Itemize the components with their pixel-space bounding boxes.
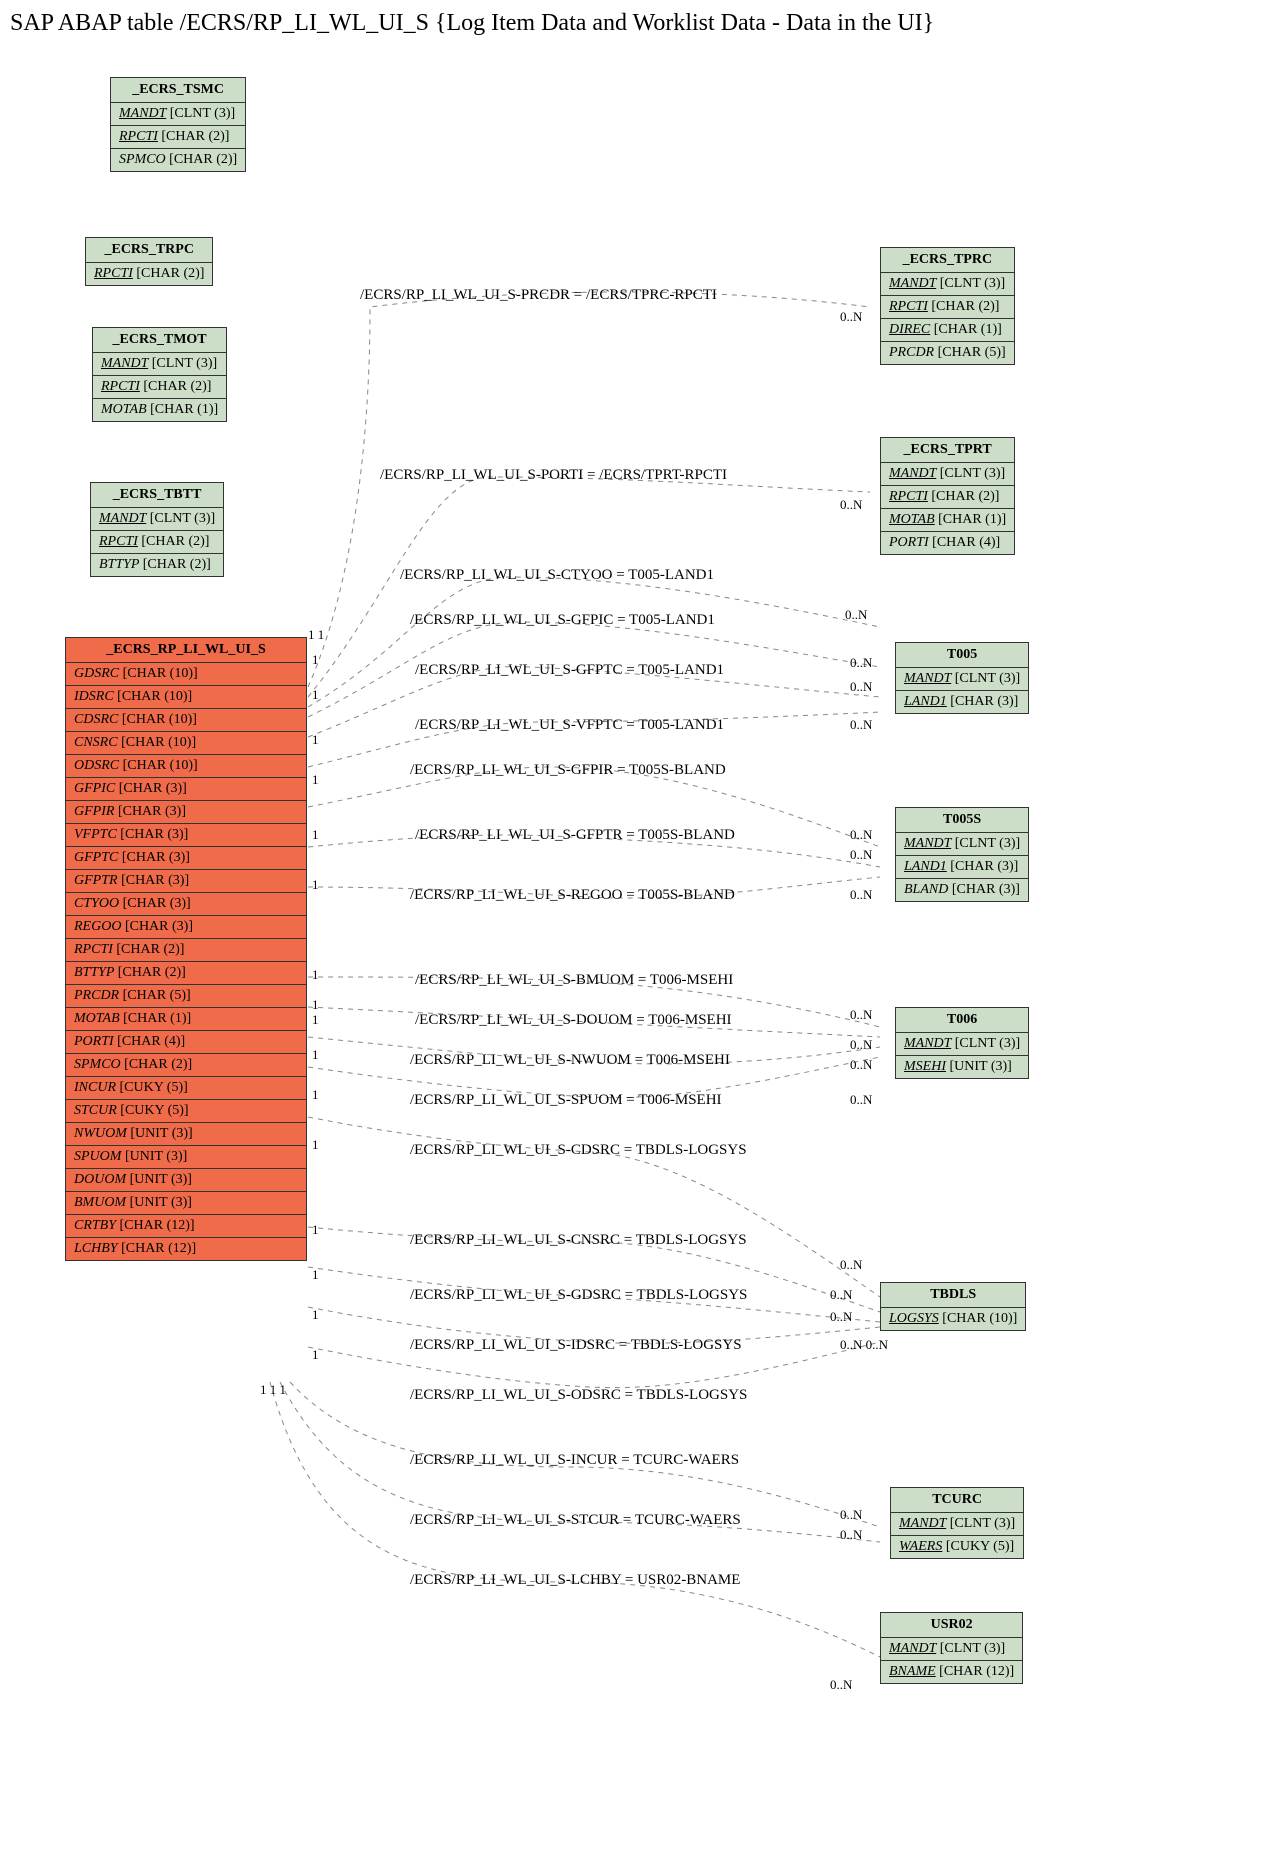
rel-label: /ECRS/RP_LI_WL_UI_S-PORTI = /ECRS/TPRT-R…	[380, 467, 727, 484]
rel-label: /ECRS/RP_LI_WL_UI_S-BMUOM = T006-MSEHI	[415, 972, 733, 989]
rel-label: /ECRS/RP_LI_WL_UI_S-ODSRC = TBDLS-LOGSYS	[410, 1387, 747, 1404]
rel-label: /ECRS/RP_LI_WL_UI_S-GFPTC = T005-LAND1	[415, 662, 724, 679]
er-diagram: _ECRS_TSMC MANDT [CLNT (3)] RPCTI [CHAR …	[10, 47, 1260, 1847]
entity-header: _ECRS_TMOT	[93, 328, 226, 353]
card-ones: 1 1 1	[260, 1382, 286, 1398]
entity-header: _ECRS_TSMC	[111, 78, 245, 103]
card-zero-n: 0..N	[845, 607, 867, 623]
card-one: 1	[312, 1307, 319, 1323]
card-one-one: 1 1	[308, 627, 324, 643]
field-row: GDSRC [CHAR (10)]	[66, 663, 306, 686]
rel-label: /ECRS/RP_LI_WL_UI_S-GFPIC = T005-LAND1	[410, 612, 715, 629]
entity-header: _ECRS_TRPC	[86, 238, 212, 263]
rel-label: /ECRS/RP_LI_WL_UI_S-GDSRC = TBDLS-LOGSYS	[410, 1287, 747, 1304]
entity-ecrs-tbtt: _ECRS_TBTT MANDT [CLNT (3)] RPCTI [CHAR …	[90, 482, 224, 577]
card-one: 1	[312, 967, 319, 983]
entity-usr02: USR02 MANDT [CLNT (3)] BNAME [CHAR (12)]	[880, 1612, 1023, 1684]
card-zero-n: 0..N	[850, 847, 872, 863]
card-zero-n: 0..N	[850, 1092, 872, 1108]
entity-header: TCURC	[891, 1488, 1023, 1513]
card-zero-n: 0..N	[840, 1257, 862, 1273]
rel-label: /ECRS/RP_LI_WL_UI_S-GFPTR = T005S-BLAND	[415, 827, 735, 844]
entity-t005: T005 MANDT [CLNT (3)] LAND1 [CHAR (3)]	[895, 642, 1029, 714]
card-zero-n: 0..N	[850, 1057, 872, 1073]
card-zero-n: 0..N	[840, 1507, 862, 1523]
card-one: 1	[312, 1137, 319, 1153]
card-one: 1	[312, 1047, 319, 1063]
rel-label: /ECRS/RP_LI_WL_UI_S-CDSRC = TBDLS-LOGSYS	[410, 1142, 747, 1159]
card-zero-n: 0..N	[850, 717, 872, 733]
card-zero-n: 0..N	[840, 497, 862, 513]
card-zero-n: 0..N	[850, 1007, 872, 1023]
entity-header: _ECRS_TPRT	[881, 438, 1014, 463]
rel-label: /ECRS/RP_LI_WL_UI_S-INCUR = TCURC-WAERS	[410, 1452, 739, 1469]
rel-label: /ECRS/RP_LI_WL_UI_S-GFPIR = T005S-BLAND	[410, 762, 726, 779]
card-zero-n: 0..N	[830, 1677, 852, 1693]
entity-t006: T006 MANDT [CLNT (3)] MSEHI [UNIT (3)]	[895, 1007, 1029, 1079]
rel-label: /ECRS/RP_LI_WL_UI_S-REGOO = T005S-BLAND	[410, 887, 735, 904]
rel-label: /ECRS/RP_LI_WL_UI_S-LCHBY = USR02-BNAME	[410, 1572, 740, 1589]
card-one: 1	[312, 1012, 319, 1028]
card-zero-n: 0..N	[850, 679, 872, 695]
card-zero-n: 0..N	[850, 887, 872, 903]
card-zero-n: 0..N	[840, 309, 862, 325]
rel-label: /ECRS/RP_LI_WL_UI_S-CTYOO = T005-LAND1	[400, 567, 714, 584]
entity-header: T005S	[896, 808, 1028, 833]
card-one: 1	[312, 877, 319, 893]
card-zero-n: 0..N	[850, 655, 872, 671]
card-one: 1	[312, 732, 319, 748]
rel-label: /ECRS/RP_LI_WL_UI_S-NWUOM = T006-MSEHI	[410, 1052, 730, 1069]
card-one: 1	[312, 652, 319, 668]
entity-header: T005	[896, 643, 1028, 668]
entity-t005s: T005S MANDT [CLNT (3)] LAND1 [CHAR (3)] …	[895, 807, 1029, 902]
entity-ecrs-tprt: _ECRS_TPRT MANDT [CLNT (3)] RPCTI [CHAR …	[880, 437, 1015, 555]
card-one: 1	[312, 997, 319, 1013]
entity-main: _ECRS_RP_LI_WL_UI_S GDSRC [CHAR (10)] ID…	[65, 637, 307, 1261]
entity-header: T006	[896, 1008, 1028, 1033]
rel-label: /ECRS/RP_LI_WL_UI_S-PRCDR = /ECRS/TPRC-R…	[360, 287, 717, 304]
card-one: 1	[312, 772, 319, 788]
entity-header: _ECRS_TBTT	[91, 483, 223, 508]
rel-label: /ECRS/RP_LI_WL_UI_S-DOUOM = T006-MSEHI	[415, 1012, 732, 1029]
card-one: 1	[312, 687, 319, 703]
rel-label: /ECRS/RP_LI_WL_UI_S-VFPTC = T005-LAND1	[415, 717, 724, 734]
entity-header: TBDLS	[881, 1283, 1025, 1308]
entity-ecrs-tprc: _ECRS_TPRC MANDT [CLNT (3)] RPCTI [CHAR …	[880, 247, 1015, 365]
card-one: 1	[312, 1347, 319, 1363]
page-title: SAP ABAP table /ECRS/RP_LI_WL_UI_S {Log …	[10, 10, 1271, 37]
entity-tcurc: TCURC MANDT [CLNT (3)] WAERS [CUKY (5)]	[890, 1487, 1024, 1559]
entity-ecrs-tsmc: _ECRS_TSMC MANDT [CLNT (3)] RPCTI [CHAR …	[110, 77, 246, 172]
entity-header: USR02	[881, 1613, 1022, 1638]
entity-header: _ECRS_TPRC	[881, 248, 1014, 273]
card-zero-n: 0..N	[830, 1287, 852, 1303]
rel-label: /ECRS/RP_LI_WL_UI_S-IDSRC = TBDLS-LOGSYS	[410, 1337, 742, 1354]
card-zero-n: 0..N	[840, 1527, 862, 1543]
card-zero-n: 0..N	[850, 1037, 872, 1053]
rel-label: /ECRS/RP_LI_WL_UI_S-SPUOM = T006-MSEHI	[410, 1092, 722, 1109]
entity-ecrs-tmot: _ECRS_TMOT MANDT [CLNT (3)] RPCTI [CHAR …	[92, 327, 227, 422]
entity-tbdls: TBDLS LOGSYS [CHAR (10)]	[880, 1282, 1026, 1331]
rel-label: /ECRS/RP_LI_WL_UI_S-CNSRC = TBDLS-LOGSYS	[410, 1232, 747, 1249]
entity-ecrs-trpc: _ECRS_TRPC RPCTI [CHAR (2)]	[85, 237, 213, 286]
card-one: 1	[312, 1267, 319, 1283]
entity-header: _ECRS_RP_LI_WL_UI_S	[66, 638, 306, 663]
card-zero-n: 0..N	[850, 827, 872, 843]
card-one: 1	[312, 1222, 319, 1238]
card-zero-n: 0..N	[830, 1309, 852, 1325]
card-zero-n: 0..N 0..N	[840, 1337, 888, 1353]
card-one: 1	[312, 1087, 319, 1103]
card-one: 1	[312, 827, 319, 843]
rel-label: /ECRS/RP_LI_WL_UI_S-STCUR = TCURC-WAERS	[410, 1512, 741, 1529]
